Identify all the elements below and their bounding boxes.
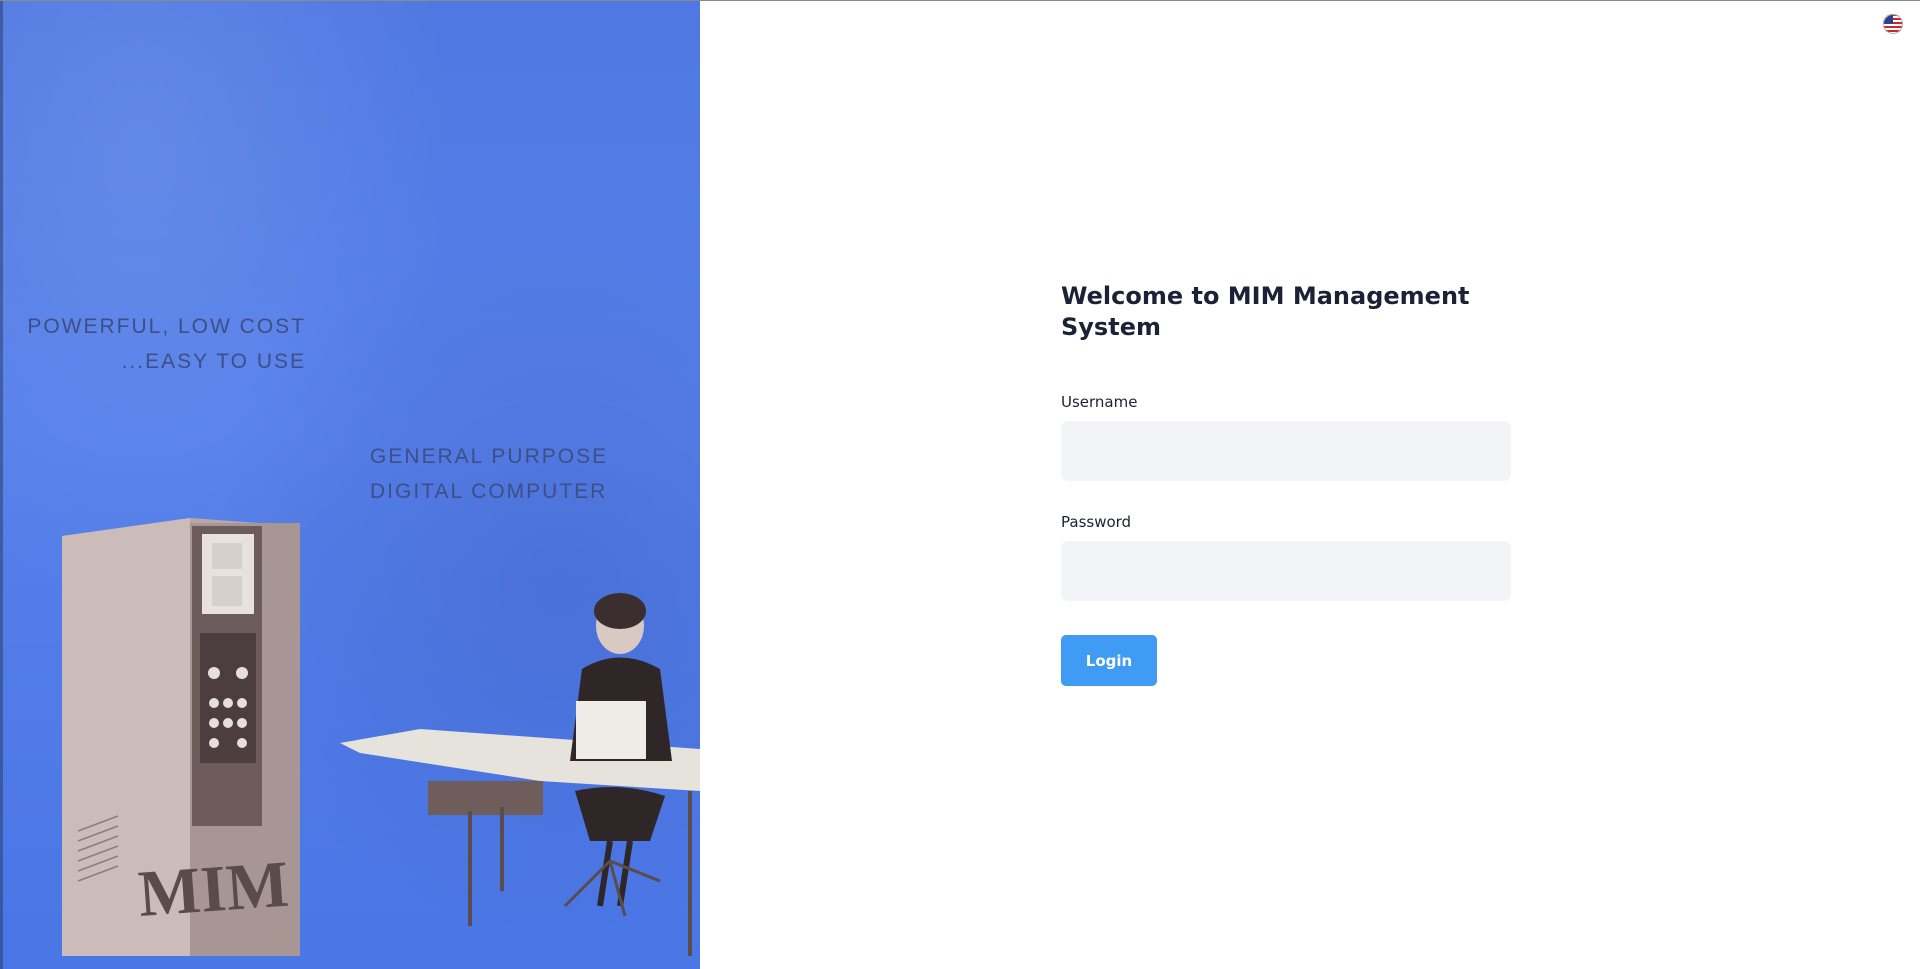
login-button[interactable]: Login — [1061, 635, 1157, 686]
language-selector[interactable] — [1883, 14, 1903, 34]
password-label: Password — [1061, 513, 1132, 531]
username-field[interactable] — [1061, 421, 1511, 481]
page-title: Welcome to MIM Management System — [1061, 282, 1470, 341]
login-form: Welcome to MIM Management System Usernam… — [1061, 281, 1511, 686]
password-field[interactable] — [1061, 541, 1511, 601]
username-label: Username — [1061, 393, 1138, 411]
hero-poster: POWERFUL, LOW COST ...EASY TO USE GENERA… — [0, 1, 700, 969]
cabinet-brand-text: MIM — [136, 848, 291, 931]
computer-illustration: MIM — [0, 1, 700, 969]
us-flag-icon — [1883, 14, 1903, 34]
